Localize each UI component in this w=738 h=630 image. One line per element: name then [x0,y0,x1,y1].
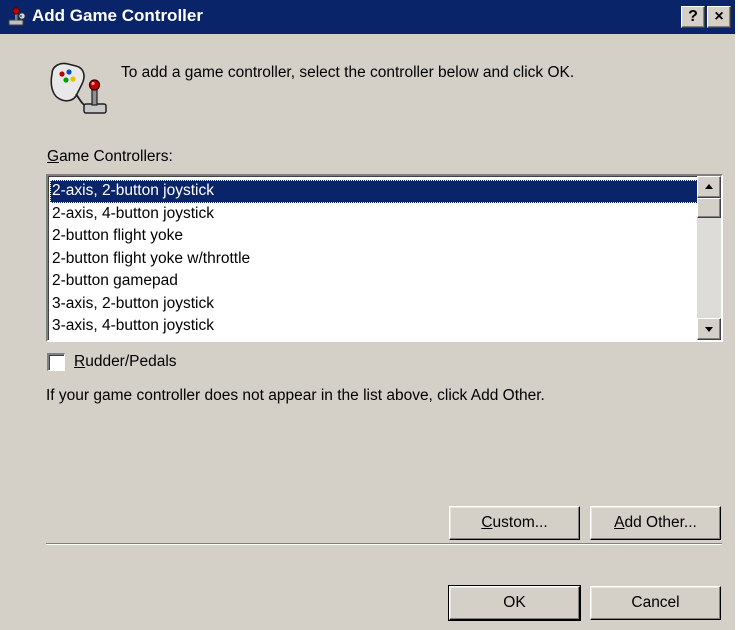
add-other-button[interactable]: Add Other... [590,506,721,540]
game-controllers-label: Game Controllers: [47,148,173,166]
game-controllers-list[interactable]: 2-axis, 2-button joystick 2-axis, 4-butt… [46,174,723,342]
arrow-down-icon [705,327,713,332]
custom-button[interactable]: Custom... [449,506,580,540]
game-controller-icon [50,62,107,114]
info-text: If your game controller does not appear … [46,387,545,404]
help-button[interactable]: ? [681,6,705,28]
mnemonic-c: C [481,514,493,531]
list-item[interactable]: 2-button gamepad [50,270,698,293]
scroll-thumb[interactable] [697,198,721,218]
custom-button-label: ustom... [492,514,548,531]
add-other-button-label: dd Other... [624,514,697,531]
ok-button[interactable]: OK [448,585,581,621]
list-item[interactable]: 2-axis, 2-button joystick [50,180,698,203]
mnemonic-r: R [74,353,86,370]
arrow-up-icon [705,184,713,189]
controller-items: 2-axis, 2-button joystick 2-axis, 4-butt… [50,180,698,338]
add-game-controller-dialog: Add Game Controller ? × To add a game co… [0,0,735,630]
scroll-down-button[interactable] [697,318,721,340]
game-controllers-label-text: ame Controllers: [59,148,173,165]
list-item[interactable]: 3-axis, 2-button joystick [50,293,698,316]
joystick-icon [8,7,26,26]
rudder-pedals-label-text: udder/Pedals [85,353,177,370]
list-item[interactable]: 2-button flight yoke w/throttle [50,248,698,271]
scroll-up-button[interactable] [697,176,721,198]
list-item[interactable]: 3-axis, 4-button joystick [50,315,698,338]
cancel-button[interactable]: Cancel [590,586,721,620]
close-button[interactable]: × [707,6,731,28]
instruction-text: To add a game controller, select the con… [121,64,575,81]
rudder-pedals-checkbox[interactable] [47,353,65,371]
vertical-scrollbar[interactable] [697,176,721,340]
mnemonic-g: G [47,148,60,165]
list-item[interactable]: 2-button flight yoke [50,225,698,248]
separator-line [46,543,722,545]
title-bar[interactable]: Add Game Controller ? × [0,0,735,34]
rudder-pedals-label[interactable]: Rudder/Pedals [74,353,177,371]
window-title: Add Game Controller [32,6,203,25]
list-item[interactable]: 2-axis, 4-button joystick [50,203,698,226]
mnemonic-a: A [614,514,625,531]
